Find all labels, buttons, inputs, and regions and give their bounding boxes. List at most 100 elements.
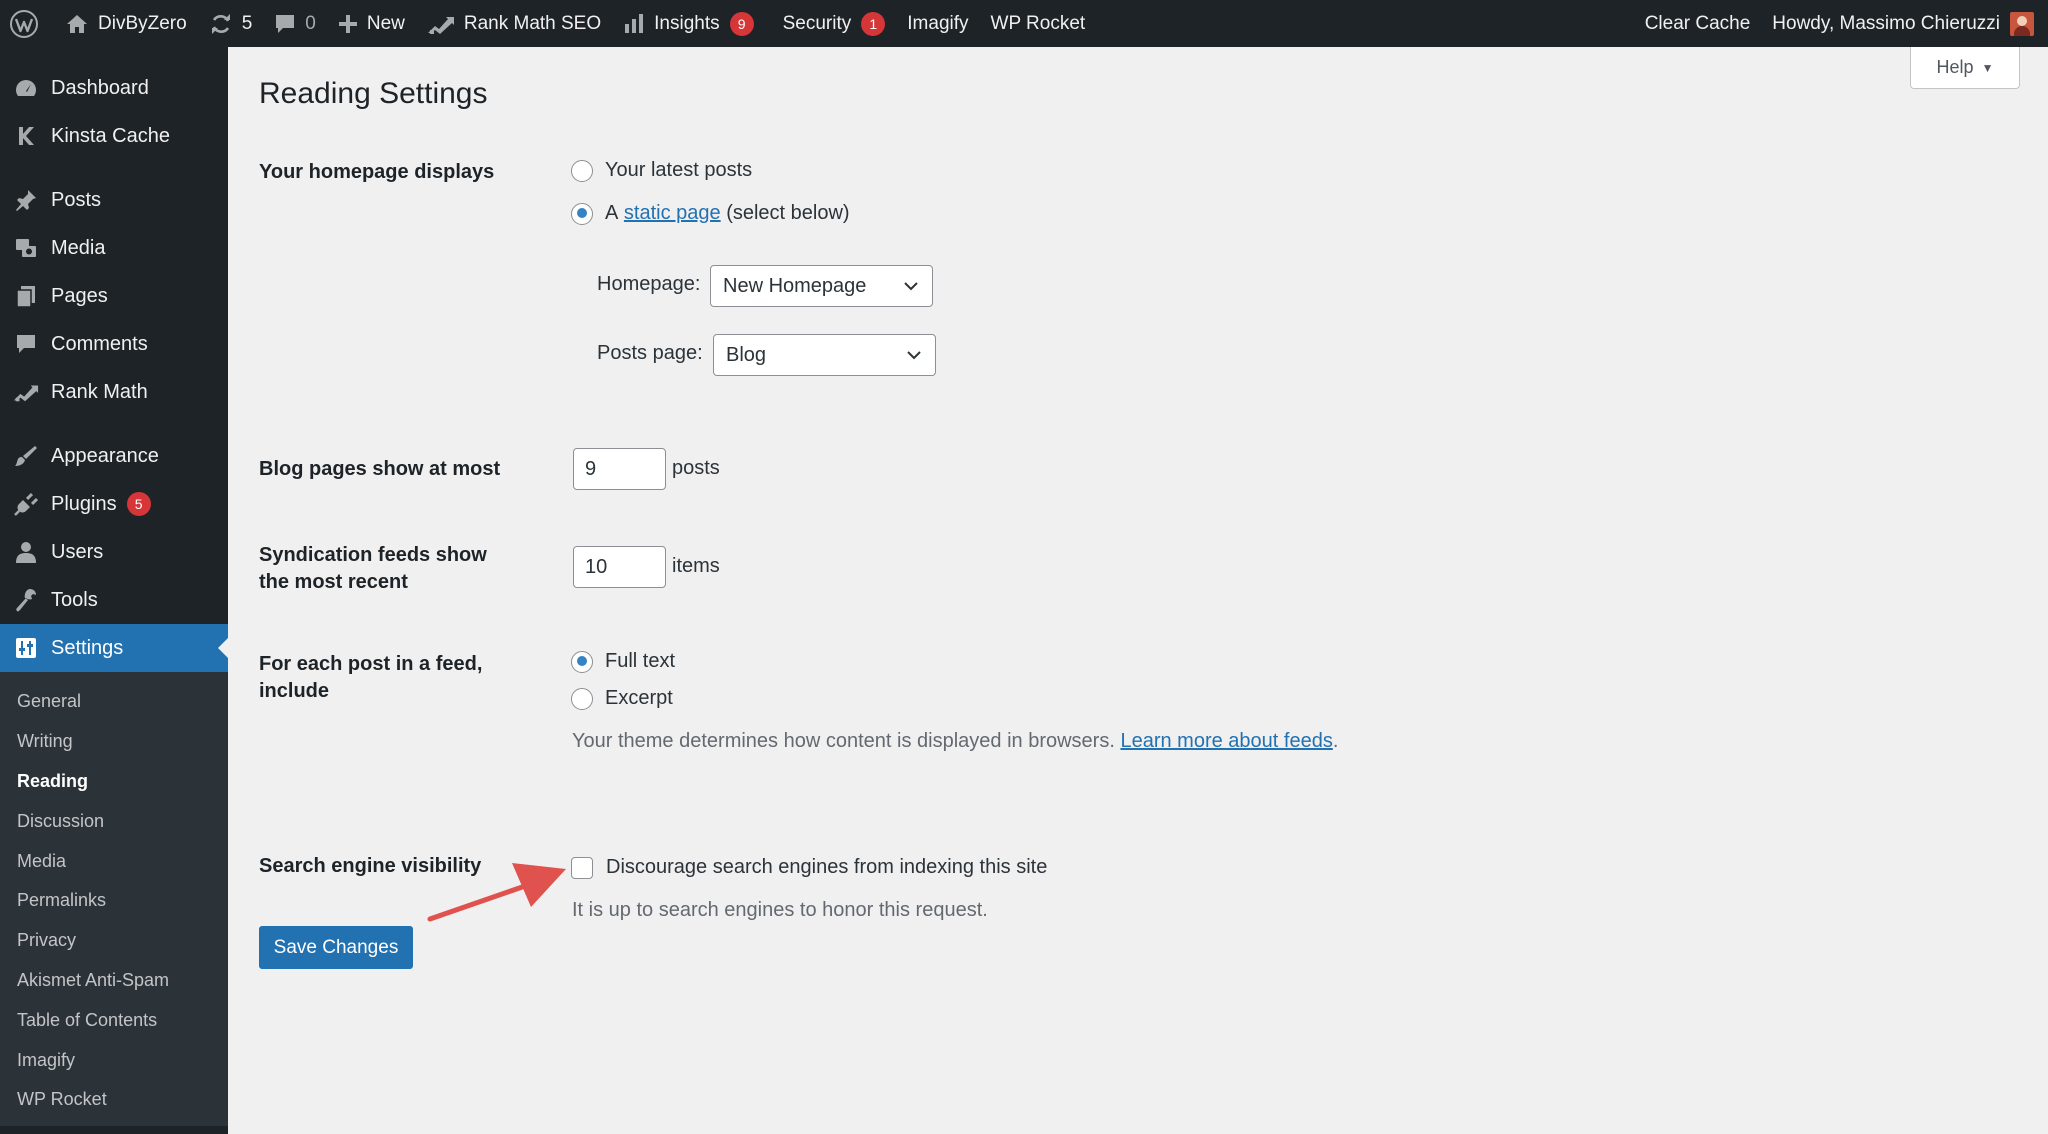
syndication-input[interactable]: 10	[573, 546, 666, 588]
insights-badge: 9	[729, 11, 754, 36]
radio-static-page-row[interactable]: A static page (select below)	[571, 202, 850, 225]
dashboard-gauge-icon	[13, 75, 39, 101]
sidebar-item-dashboard[interactable]: Dashboard	[0, 64, 228, 112]
updates-menu[interactable]: 5	[198, 0, 264, 47]
insights-label: Insights	[654, 12, 720, 34]
feed-include-label: For each post in a feed, include	[259, 653, 483, 702]
comments-menu[interactable]: 0	[263, 0, 327, 47]
rank-math-seo-menu[interactable]: Rank Math SEO	[416, 0, 612, 47]
settings-sliders-icon	[13, 635, 39, 661]
kinsta-k-icon	[13, 123, 39, 149]
sidebar-item-label: Comments	[51, 332, 148, 355]
my-account-menu[interactable]: Howdy, Massimo Chieruzzi	[1761, 0, 2048, 47]
submenu-item-akismet[interactable]: Akismet Anti-Spam	[0, 961, 228, 1001]
homepage-select[interactable]: New Homepage	[710, 265, 933, 307]
wp-rocket-menu[interactable]: WP Rocket	[980, 0, 1097, 47]
submenu-item-general[interactable]: General	[0, 682, 228, 722]
imagify-menu[interactable]: Imagify	[896, 0, 979, 47]
submenu-item-permalinks[interactable]: Permalinks	[0, 881, 228, 921]
page-title: Reading Settings	[259, 77, 488, 110]
posts-page-select-value: Blog	[726, 343, 767, 366]
security-menu[interactable]: Security 1	[765, 0, 897, 47]
sidebar-item-pages[interactable]: Pages	[0, 272, 228, 320]
new-label: New	[366, 12, 405, 34]
discourage-indexing-row[interactable]: Discourage search engines from indexing …	[571, 856, 1047, 879]
sidebar-item-label: Rank Math	[51, 380, 148, 403]
save-changes-button[interactable]: Save Changes	[259, 926, 413, 969]
syndication-unit: items	[672, 555, 720, 577]
submenu-item-writing[interactable]: Writing	[0, 722, 228, 762]
comments-count: 0	[305, 12, 316, 34]
imagify-label: Imagify	[907, 12, 969, 34]
sidebar-item-label: Pages	[51, 284, 108, 307]
radio-latest-posts-label: Your latest posts	[605, 159, 753, 181]
sidebar-item-comments[interactable]: Comments	[0, 320, 228, 368]
sidebar-item-label: Plugins	[51, 492, 117, 515]
submenu-item-imagify[interactable]: Imagify	[0, 1040, 228, 1080]
clear-cache-button[interactable]: Clear Cache	[1634, 0, 1762, 47]
chevron-down-icon	[905, 346, 923, 370]
plug-icon	[13, 491, 39, 517]
help-tab-button[interactable]: Help ▼	[1910, 47, 2020, 89]
new-content-menu[interactable]: New	[327, 0, 416, 47]
refresh-icon	[209, 12, 233, 36]
homepage-select-value: New Homepage	[723, 274, 867, 297]
rank-math-seo-label: Rank Math SEO	[463, 12, 602, 34]
radio-excerpt-row[interactable]: Excerpt	[571, 687, 673, 710]
blog-pages-input[interactable]: 9	[573, 448, 666, 490]
blog-pages-value: 9	[585, 457, 597, 480]
feed-description-end: .	[1332, 730, 1339, 752]
wp-logo-menu[interactable]	[0, 0, 54, 47]
submenu-item-reading[interactable]: Reading	[0, 762, 228, 802]
radio-full-text[interactable]	[571, 650, 593, 673]
submenu-item-privacy[interactable]: Privacy	[0, 921, 228, 961]
avatar	[2010, 11, 2034, 36]
radio-latest-posts[interactable]	[571, 159, 593, 182]
submenu-item-wp-rocket[interactable]: WP Rocket	[0, 1080, 228, 1120]
sidebar-item-settings[interactable]: Settings	[0, 624, 228, 672]
sidebar-item-media[interactable]: Media	[0, 224, 228, 272]
feed-description: Your theme determines how content is dis…	[572, 730, 1338, 753]
radio-static-page[interactable]	[571, 202, 593, 225]
sidebar-item-users[interactable]: Users	[0, 528, 228, 576]
blog-pages-label: Blog pages show at most	[259, 458, 501, 480]
submenu-item-table-of-contents[interactable]: Table of Contents	[0, 1000, 228, 1040]
posts-page-select-label: Posts page:	[597, 342, 703, 364]
help-label: Help	[1936, 57, 1974, 77]
sidebar-item-posts[interactable]: Posts	[0, 176, 228, 224]
learn-more-feeds-link[interactable]: Learn more about feeds	[1120, 730, 1332, 752]
rank-math-icon	[13, 379, 39, 405]
submenu-item-media[interactable]: Media	[0, 841, 228, 881]
site-name-menu[interactable]: DivByZero	[54, 0, 198, 47]
radio-static-page-prefix: A	[605, 202, 619, 224]
pages-icon	[13, 283, 39, 309]
sidebar-item-rank-math[interactable]: Rank Math	[0, 368, 228, 416]
insights-menu[interactable]: Insights 9	[612, 0, 764, 47]
plus-icon	[338, 14, 358, 34]
submenu-item-discussion[interactable]: Discussion	[0, 801, 228, 841]
sidebar-item-label: Tools	[51, 588, 98, 611]
sidebar-item-kinsta-cache[interactable]: Kinsta Cache	[0, 112, 228, 160]
sidebar-item-plugins[interactable]: Plugins 5	[0, 480, 228, 528]
static-page-link[interactable]: static page	[624, 202, 721, 225]
radio-full-text-row[interactable]: Full text	[571, 650, 675, 673]
plugins-update-badge: 5	[126, 492, 151, 516]
radio-excerpt[interactable]	[571, 687, 593, 710]
site-name: DivByZero	[98, 12, 187, 34]
updates-count: 5	[241, 12, 253, 34]
pushpin-icon	[13, 187, 39, 213]
sidebar-item-appearance[interactable]: Appearance	[0, 432, 228, 480]
howdy-label: Howdy, Massimo Chieruzzi	[1772, 12, 2000, 34]
paintbrush-icon	[13, 443, 39, 469]
radio-latest-posts-row[interactable]: Your latest posts	[571, 159, 752, 182]
posts-page-select[interactable]: Blog	[713, 334, 936, 376]
sidebar-item-tools[interactable]: Tools	[0, 576, 228, 624]
wordpress-logo-icon	[9, 9, 39, 39]
admin-sidebar: Dashboard Kinsta Cache Posts Media Pages…	[0, 47, 228, 1134]
clear-cache-label: Clear Cache	[1644, 12, 1751, 34]
home-icon	[65, 12, 89, 36]
sidebar-item-label: Media	[51, 236, 106, 259]
wp-rocket-label: WP Rocket	[990, 12, 1086, 34]
radio-static-page-suffix: (select below)	[726, 202, 850, 224]
discourage-indexing-label: Discourage search engines from indexing …	[606, 856, 1048, 878]
